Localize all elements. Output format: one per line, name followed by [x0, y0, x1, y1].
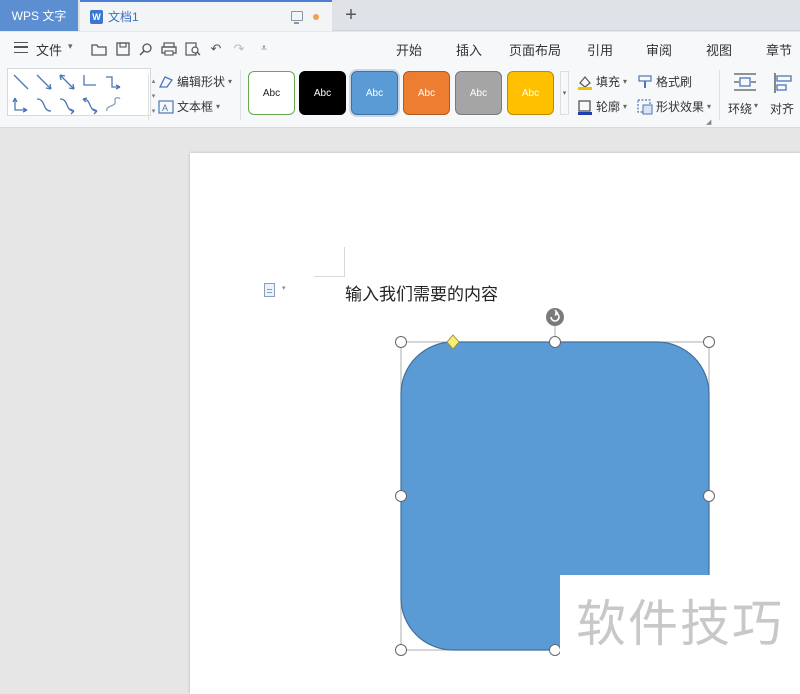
chevron-down-icon: ▾	[707, 102, 712, 111]
wrap-text-label: 环绕	[728, 102, 753, 116]
shape-style-preset[interactable]: Abc	[299, 71, 346, 115]
curved-double-arrow-icon[interactable]	[80, 95, 100, 115]
shape-effects-button[interactable]: 形状效果 ▾	[637, 98, 711, 115]
redo-icon[interactable]: ↷	[231, 41, 247, 56]
tab-insert[interactable]: 插入	[456, 40, 482, 59]
title-bar: WPS 文字 W 文档1 +	[0, 0, 800, 31]
curved-connector-icon[interactable]	[34, 95, 54, 115]
resize-handle-bottom[interactable]	[549, 644, 561, 656]
hamburger-menu-icon[interactable]	[14, 42, 28, 53]
edit-shape-button[interactable]: 编辑形状 ▾	[158, 73, 232, 90]
shape-style-preset[interactable]: Abc	[351, 71, 398, 115]
curved-arrow-connector-icon[interactable]	[57, 95, 77, 115]
shape-effects-label: 形状效果	[656, 100, 705, 114]
wrap-text-button[interactable]: 环绕 ▾	[726, 70, 764, 120]
dialog-launcher-icon[interactable]: ◢	[706, 118, 711, 126]
elbow-double-arrow-icon[interactable]	[11, 95, 31, 115]
save-icon[interactable]	[115, 41, 131, 56]
watermark: 软件技巧	[560, 575, 800, 665]
format-painter-icon	[637, 74, 653, 90]
line-shape-icon[interactable]	[11, 72, 31, 92]
resize-handle-top-right[interactable]	[703, 336, 715, 348]
document-tab-label: 文档1	[108, 10, 139, 24]
customize-toolbar-icon[interactable]: ⩡	[256, 41, 272, 56]
wps-writer-icon: W	[90, 9, 103, 24]
divider	[240, 70, 241, 120]
gallery-scroll-control[interactable]: ▴ ▾ ▾	[148, 74, 158, 120]
chevron-down-icon: ▾	[216, 102, 221, 111]
outline-icon	[577, 99, 593, 115]
svg-text:A: A	[162, 103, 168, 113]
fill-button[interactable]: 填充 ▾	[577, 73, 627, 90]
chevron-down-icon[interactable]: ▾	[282, 284, 286, 292]
chevron-down-icon: ▾	[754, 101, 759, 110]
format-painter-button[interactable]: 格式刷	[637, 73, 692, 90]
text-box-label: 文本框	[177, 100, 214, 114]
shape-style-preset[interactable]: Abc	[248, 71, 295, 115]
style-gallery-more-icon[interactable]: ▾	[560, 71, 569, 115]
shape-style-preset[interactable]: Abc	[507, 71, 554, 115]
double-arrow-shape-icon[interactable]	[57, 72, 77, 92]
shape-effects-icon	[637, 98, 653, 115]
fill-label: 填充	[596, 75, 621, 89]
resize-handle-top[interactable]	[549, 336, 561, 348]
resize-handle-top-left[interactable]	[395, 336, 407, 348]
tab-start[interactable]: 开始	[396, 40, 422, 59]
tab-page-layout[interactable]: 页面布局	[509, 40, 561, 59]
shape-style-preset[interactable]: Abc	[455, 71, 502, 115]
text-box-icon: A	[158, 99, 174, 115]
rotate-handle-icon[interactable]	[546, 308, 564, 326]
divider	[719, 70, 720, 120]
chevron-down-icon: ▾	[228, 77, 233, 86]
elbow-connector-icon[interactable]	[80, 72, 100, 92]
tab-view[interactable]: 视图	[706, 40, 732, 59]
resize-handle-left[interactable]	[395, 490, 407, 502]
paint-bucket-icon	[577, 74, 593, 90]
tab-review[interactable]: 审阅	[646, 40, 672, 59]
wrap-text-icon	[733, 72, 757, 97]
arrow-shape-icon[interactable]	[34, 72, 54, 92]
tab-sections[interactable]: 章节	[766, 40, 792, 59]
app-tab-wps[interactable]: WPS 文字	[0, 0, 78, 31]
outline-label: 轮廓	[596, 100, 621, 114]
chevron-down-icon: ▾	[623, 102, 628, 111]
ribbon-drawing-tools: ▴ ▾ ▾ 编辑形状 ▾ A 文本框 ▾ ▾ 填充 ▾ 轮廓 ▾ 格式刷 形状效…	[0, 64, 800, 128]
file-menu[interactable]: 文件	[36, 40, 62, 59]
align-icon	[773, 72, 795, 99]
resize-handle-right[interactable]	[703, 490, 715, 502]
open-folder-icon[interactable]	[91, 41, 107, 56]
document-tab[interactable]: W 文档1	[80, 0, 332, 31]
margin-marker	[344, 247, 345, 277]
line-shapes-gallery[interactable]: ▴ ▾ ▾	[7, 68, 155, 120]
undo-icon[interactable]: ↶	[208, 41, 224, 56]
resize-handle-bottom-left[interactable]	[395, 644, 407, 656]
edit-shape-icon	[158, 74, 174, 90]
paragraph-layout-icon[interactable]	[264, 283, 275, 297]
outline-button[interactable]: 轮廓 ▾	[577, 98, 627, 115]
freeform-curve-icon[interactable]	[103, 95, 123, 115]
text-box-button[interactable]: A 文本框 ▾	[158, 98, 220, 115]
elbow-arrow-connector-icon[interactable]	[103, 72, 123, 92]
align-label: 对齐	[770, 102, 795, 116]
unsaved-dot-icon	[313, 14, 319, 20]
monitor-icon[interactable]	[291, 11, 303, 24]
find-icon[interactable]	[138, 41, 154, 56]
chevron-down-icon[interactable]: ▾	[68, 41, 73, 52]
print-preview-icon[interactable]	[185, 41, 201, 56]
format-painter-label: 格式刷	[656, 75, 693, 89]
print-icon[interactable]	[161, 41, 177, 56]
margin-marker	[314, 276, 344, 277]
shape-style-preset[interactable]: Abc	[403, 71, 450, 115]
edit-shape-label: 编辑形状	[177, 75, 226, 89]
new-tab-plus-icon[interactable]: +	[340, 3, 362, 27]
tab-references[interactable]: 引用	[587, 40, 613, 59]
menu-bar: 文件 ▾ ↶ ↷ ⩡ 开始 插入 页面布局 引用 审阅 视图 章节	[0, 32, 800, 64]
chevron-down-icon: ▾	[623, 77, 628, 86]
align-button[interactable]: 对齐	[768, 70, 800, 120]
